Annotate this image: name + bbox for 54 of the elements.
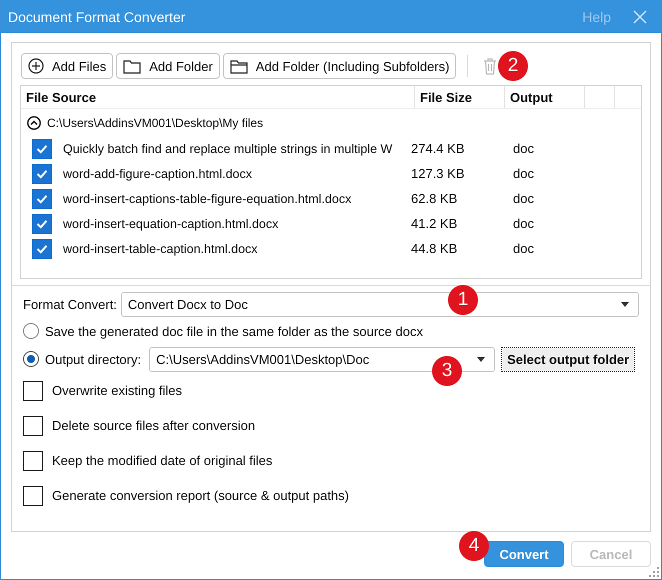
row-checkbox[interactable] [32, 214, 52, 234]
add-folder-button[interactable]: Add Folder (Including Subfolders) [222, 53, 456, 79]
file-name: word-insert-equation-caption.html.docx [63, 216, 280, 230]
format-convert-label: Format Convert: [23, 297, 117, 312]
step-badge: 4 [459, 531, 489, 561]
collapse-icon[interactable] [27, 116, 41, 130]
checkbox[interactable] [23, 416, 43, 436]
folder-path: C:\Users\AddinsVM001\Desktop\My files [47, 116, 264, 130]
row-checkbox[interactable] [32, 138, 52, 158]
step-badge: 1 [448, 285, 478, 315]
file-name: word-add-figure-caption.html.docx [63, 166, 253, 180]
file-name: Quickly batch find and replace multiple strings in multiple W [63, 142, 394, 156]
checkbox[interactable] [23, 380, 43, 400]
checkbox-label: Generate conversion report (source & output paths) [52, 488, 349, 503]
output-format: doc [513, 241, 535, 256]
dropdown-arrow-icon [477, 356, 486, 362]
output-format: doc [513, 166, 535, 181]
checkbox-label: Keep the modified date of original files [52, 453, 272, 468]
folder-icon [230, 58, 248, 74]
column-header: File Source [21, 86, 415, 108]
row-checkbox[interactable] [32, 164, 52, 184]
output-format: doc [513, 216, 535, 231]
file-size: 62.8 KB [411, 191, 458, 206]
add-circle-icon [28, 58, 44, 74]
close-icon[interactable] [633, 10, 647, 24]
file-size: 274.4 KB [411, 141, 466, 156]
file-size: 127.3 KB [411, 166, 466, 181]
file-size: 44.8 KB [411, 241, 458, 256]
row-checkbox[interactable] [32, 238, 52, 258]
radio-button[interactable] [23, 351, 39, 367]
output-format: doc [513, 141, 535, 156]
add-folder-button[interactable]: Add Folder [116, 53, 220, 79]
column-header: Output [505, 86, 585, 108]
file-name: word-insert-captions-table-figure-equation.html.docx [63, 192, 352, 206]
option-label: Save the generated doc file in the same folder as the source docx [45, 324, 423, 338]
checkbox-label: Overwrite existing files [52, 383, 182, 398]
select-output-folder-button[interactable]: Select output folder [501, 346, 636, 372]
column-header: File Size [415, 86, 505, 108]
dropdown-arrow-icon [620, 302, 629, 307]
checkbox[interactable] [23, 450, 43, 470]
radio-button[interactable] [23, 323, 39, 339]
option-label: Output directory: [45, 352, 142, 366]
resize-grip-icon[interactable] [649, 567, 659, 577]
file-name: word-insert-table-caption.html.docx [63, 242, 259, 256]
output-format: doc [513, 191, 535, 206]
checkbox-label: Delete source files after conversion [52, 418, 256, 433]
step-badge: 3 [432, 356, 462, 386]
folder-icon [123, 58, 142, 74]
add-files-button[interactable]: Add Files [21, 53, 114, 79]
step-badge: 2 [498, 51, 528, 81]
checkbox[interactable] [23, 486, 43, 506]
row-checkbox[interactable] [32, 188, 52, 208]
window-title: Document Format Converter [8, 8, 186, 24]
file-size: 41.2 KB [411, 216, 458, 231]
